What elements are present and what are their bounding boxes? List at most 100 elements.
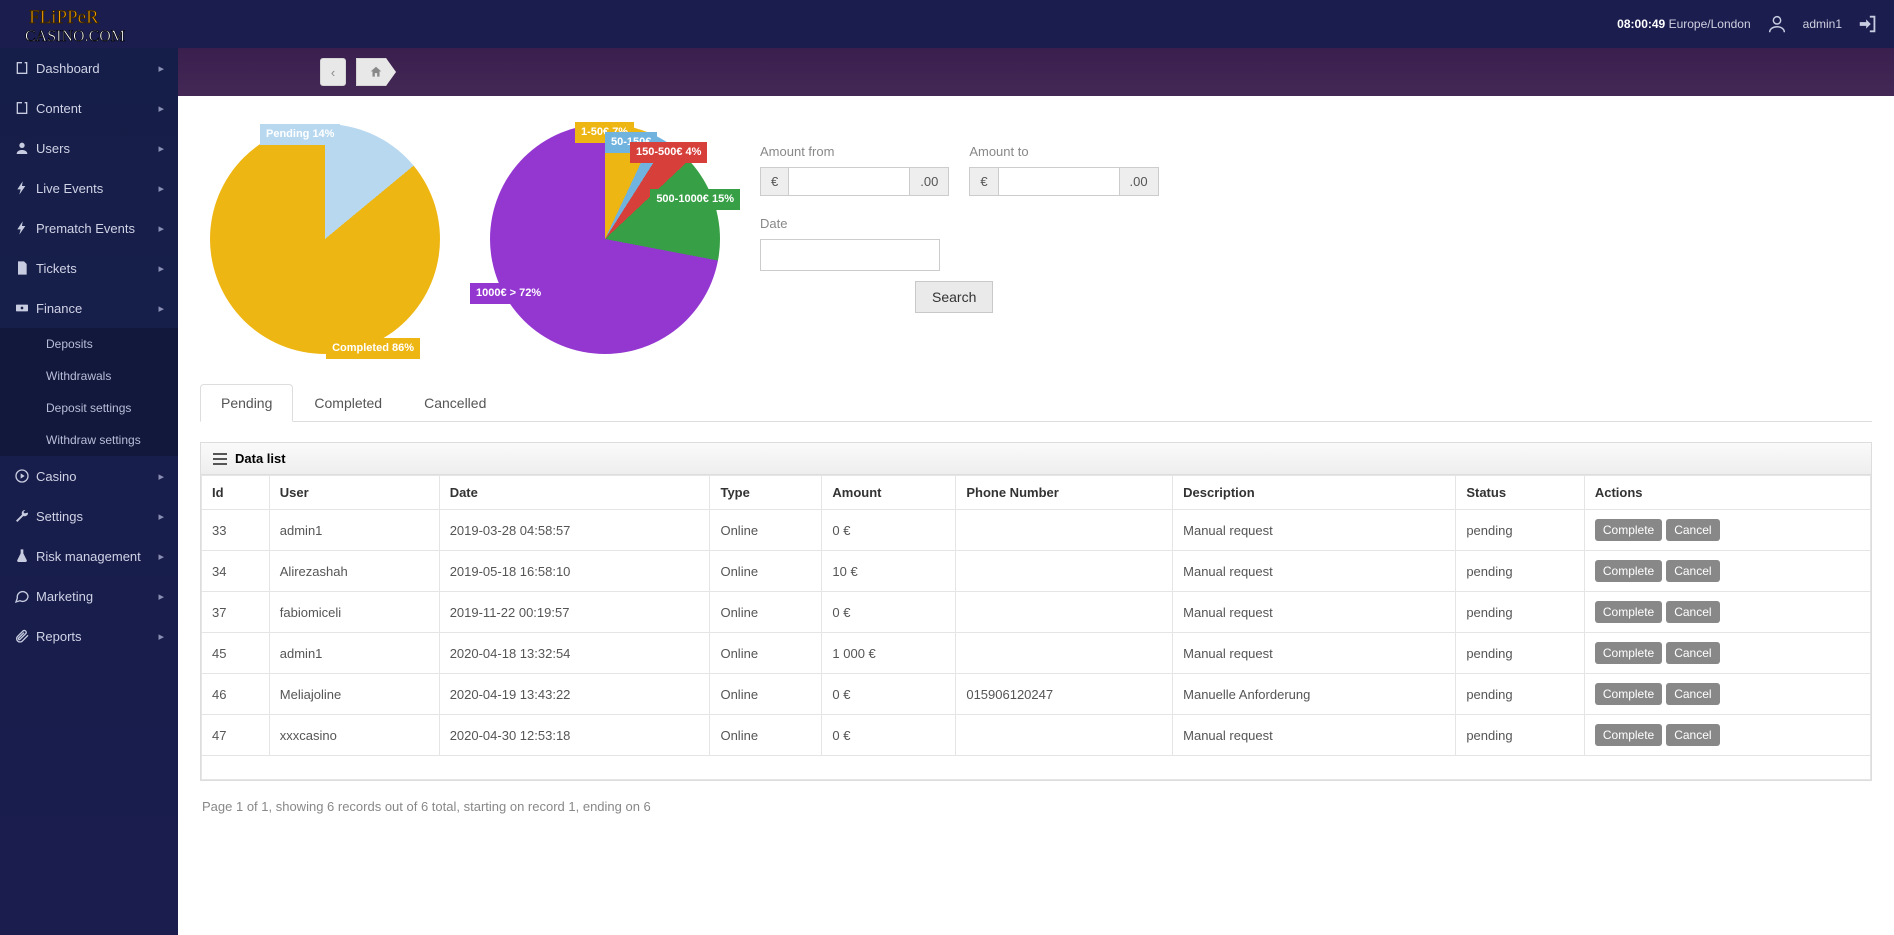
sidebar-item-dashboard[interactable]: Dashboard▸ — [0, 48, 178, 88]
complete-button[interactable]: Complete — [1595, 560, 1662, 582]
cancel-button[interactable]: Cancel — [1666, 642, 1719, 664]
user-icon[interactable] — [1766, 13, 1788, 35]
sidebar-item-content[interactable]: Content▸ — [0, 88, 178, 128]
logo[interactable]: FLiPPeR CASINO.COM — [0, 1, 180, 47]
sidebar-item-label: Marketing — [36, 589, 93, 604]
cell-actions: CompleteCancel — [1584, 633, 1870, 674]
sidebar-item-reports[interactable]: Reports▸ — [0, 616, 178, 656]
sidebar-item-label: Reports — [36, 629, 82, 644]
cell-id: 46 — [202, 674, 270, 715]
amount-from-label: Amount from — [760, 144, 949, 159]
cell-id: 45 — [202, 633, 270, 674]
complete-button[interactable]: Complete — [1595, 601, 1662, 623]
cell-actions: CompleteCancel — [1584, 592, 1870, 633]
sidebar-item-label: Finance — [36, 301, 82, 316]
tab-cancelled[interactable]: Cancelled — [403, 384, 507, 422]
logout-icon[interactable] — [1857, 13, 1879, 35]
sidebar-item-label: Content — [36, 101, 82, 116]
col-date[interactable]: Date — [439, 476, 710, 510]
sidebar-item-label: Dashboard — [36, 61, 100, 76]
col-phone[interactable]: Phone Number — [956, 476, 1173, 510]
complete-button[interactable]: Complete — [1595, 724, 1662, 746]
data-table: Id User Date Type Amount Phone Number De… — [201, 475, 1871, 780]
pager-summary: Page 1 of 1, showing 6 records out of 6 … — [200, 799, 1872, 814]
col-id[interactable]: Id — [202, 476, 270, 510]
wrench-icon — [14, 508, 36, 524]
breadcrumb-back[interactable]: ‹ — [320, 58, 346, 86]
cell-date: 2019-05-18 16:58:10 — [439, 551, 710, 592]
sidebar-item-users[interactable]: Users▸ — [0, 128, 178, 168]
amount-to-input[interactable] — [999, 167, 1119, 196]
col-user[interactable]: User — [269, 476, 439, 510]
cancel-button[interactable]: Cancel — [1666, 560, 1719, 582]
sidebar-item-finance[interactable]: Finance ▸ — [0, 288, 178, 328]
sidebar-item-prematch-events[interactable]: Prematch Events▸ — [0, 208, 178, 248]
cell-status: pending — [1456, 551, 1585, 592]
cell-actions: CompleteCancel — [1584, 715, 1870, 756]
cell-type: Online — [710, 592, 822, 633]
breadcrumb-home[interactable] — [356, 58, 396, 86]
col-actions: Actions — [1584, 476, 1870, 510]
sidebar-item-live-events[interactable]: Live Events▸ — [0, 168, 178, 208]
filters: Amount from € .00 Amount to € — [760, 114, 1872, 313]
play-icon — [14, 468, 36, 484]
chevron-right-icon: ▸ — [158, 142, 164, 155]
cell-type: Online — [710, 674, 822, 715]
sidebar-sub-deposits[interactable]: Deposits — [0, 328, 178, 360]
pie-slice-label: 1000€ > 72% — [470, 283, 547, 304]
breadcrumb: ‹ — [178, 48, 1894, 96]
cell-status: pending — [1456, 592, 1585, 633]
cancel-button[interactable]: Cancel — [1666, 683, 1719, 705]
cell-date: 2019-03-28 04:58:57 — [439, 510, 710, 551]
cell-type: Online — [710, 510, 822, 551]
cancel-button[interactable]: Cancel — [1666, 601, 1719, 623]
cell-actions: CompleteCancel — [1584, 674, 1870, 715]
cancel-button[interactable]: Cancel — [1666, 724, 1719, 746]
sidebar-item-casino[interactable]: Casino▸ — [0, 456, 178, 496]
cell-actions: CompleteCancel — [1584, 510, 1870, 551]
cell-type: Online — [710, 715, 822, 756]
bolt-icon — [14, 220, 36, 236]
cell-phone — [956, 551, 1173, 592]
table-row: 47xxxcasino2020-04-30 12:53:18Online0 €M… — [202, 715, 1871, 756]
flask-icon — [14, 548, 36, 564]
col-type[interactable]: Type — [710, 476, 822, 510]
col-description[interactable]: Description — [1173, 476, 1456, 510]
sidebar-item-risk-management[interactable]: Risk management▸ — [0, 536, 178, 576]
sidebar-item-marketing[interactable]: Marketing▸ — [0, 576, 178, 616]
svg-text:CASINO.COM: CASINO.COM — [25, 28, 125, 45]
sidebar-sub-withdraw-settings[interactable]: Withdraw settings — [0, 424, 178, 456]
sidebar-item-settings[interactable]: Settings▸ — [0, 496, 178, 536]
sidebar-sub-deposit-settings[interactable]: Deposit settings — [0, 392, 178, 424]
cell-user: xxxcasino — [269, 715, 439, 756]
cell-type: Online — [710, 551, 822, 592]
bolt-icon — [14, 180, 36, 196]
sidebar-item-label: Risk management — [36, 549, 141, 564]
chevron-right-icon: ▸ — [158, 302, 164, 315]
cancel-button[interactable]: Cancel — [1666, 519, 1719, 541]
book-icon — [14, 60, 36, 76]
amount-from-input[interactable] — [789, 167, 909, 196]
complete-button[interactable]: Complete — [1595, 519, 1662, 541]
col-status[interactable]: Status — [1456, 476, 1585, 510]
cell-status: pending — [1456, 674, 1585, 715]
status-pie-chart: Pending 14% Completed 86% — [200, 114, 450, 364]
chat-icon — [14, 588, 36, 604]
cell-user: admin1 — [269, 633, 439, 674]
col-amount[interactable]: Amount — [822, 476, 956, 510]
username[interactable]: admin1 — [1803, 17, 1842, 31]
complete-button[interactable]: Complete — [1595, 642, 1662, 664]
complete-button[interactable]: Complete — [1595, 683, 1662, 705]
cell-type: Online — [710, 633, 822, 674]
sidebar-item-tickets[interactable]: Tickets▸ — [0, 248, 178, 288]
tab-completed[interactable]: Completed — [293, 384, 403, 422]
cell-phone — [956, 592, 1173, 633]
cell-desc: Manual request — [1173, 592, 1456, 633]
search-button[interactable]: Search — [915, 281, 993, 313]
cell-status: pending — [1456, 715, 1585, 756]
sidebar-sub-withdrawals[interactable]: Withdrawals — [0, 360, 178, 392]
cell-status: pending — [1456, 510, 1585, 551]
date-input[interactable] — [760, 239, 940, 271]
tab-pending[interactable]: Pending — [200, 384, 293, 422]
sidebar-item-label: Tickets — [36, 261, 77, 276]
